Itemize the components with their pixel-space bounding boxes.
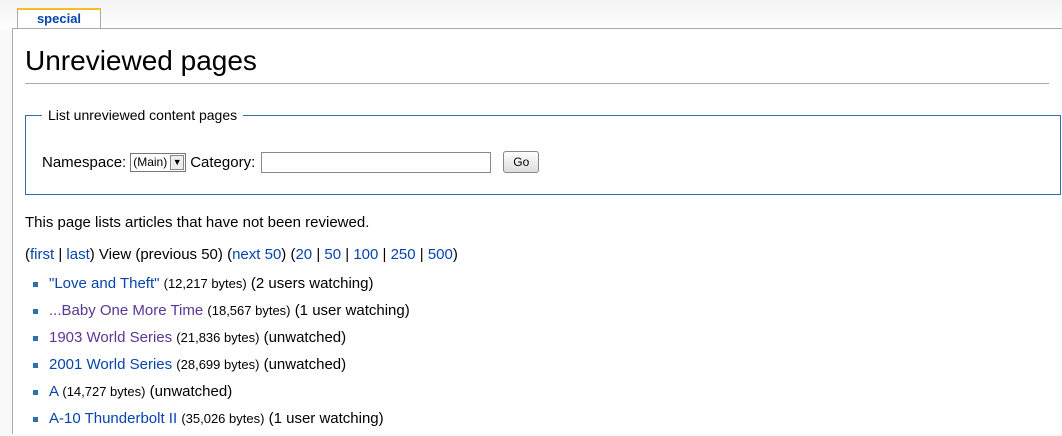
byte-size: (28,699 bytes) bbox=[176, 357, 260, 372]
namespace-select[interactable]: (Main) ▼ bbox=[130, 152, 187, 172]
list-item: 1903 World Series (21,836 bytes) (unwatc… bbox=[33, 328, 410, 355]
namespace-value: (Main) bbox=[133, 155, 168, 169]
first-link[interactable]: first bbox=[30, 246, 54, 263]
category-label: Category: bbox=[190, 153, 256, 171]
list-item: ...Baby One More Time (18,567 bytes) (1 … bbox=[33, 301, 410, 328]
watch-status: (2 users watching) bbox=[250, 275, 374, 292]
watch-status: (unwatched) bbox=[263, 329, 347, 346]
list-item: "Love and Theft" (12,217 bytes) (2 users… bbox=[33, 274, 410, 301]
view-label: View bbox=[98, 246, 132, 263]
byte-size: (21,836 bytes) bbox=[176, 330, 260, 345]
page-title: Unreviewed pages bbox=[25, 39, 1049, 84]
byte-size: (35,026 bytes) bbox=[181, 411, 265, 426]
byte-size: (12,217 bytes) bbox=[163, 276, 247, 291]
tab-special[interactable]: special bbox=[17, 8, 101, 28]
list-item: A-10 Thunderbolt II (35,026 bytes) (1 us… bbox=[33, 409, 410, 436]
next-link[interactable]: next 50 bbox=[232, 246, 281, 263]
namespace-label: Namespace: bbox=[42, 153, 127, 171]
page-link[interactable]: 1903 World Series bbox=[49, 329, 172, 346]
page-link[interactable]: "Love and Theft" bbox=[49, 275, 159, 292]
limit-link[interactable]: 100 bbox=[353, 246, 378, 263]
filter-fieldset: List unreviewed content pages Namespace:… bbox=[25, 107, 1061, 195]
previous-label: previous 50 bbox=[140, 246, 218, 263]
watch-status: (unwatched) bbox=[263, 356, 347, 373]
pagination-nav: (first | last) View (previous 50) (next … bbox=[25, 246, 458, 263]
byte-size: (18,567 bytes) bbox=[207, 303, 291, 318]
last-link[interactable]: last bbox=[66, 246, 89, 263]
watch-status: (1 user watching) bbox=[294, 302, 410, 319]
page-link[interactable]: A bbox=[49, 383, 58, 400]
page-link[interactable]: ...Baby One More Time bbox=[49, 302, 203, 319]
limit-link[interactable]: 20 bbox=[295, 246, 312, 263]
filter-legend: List unreviewed content pages bbox=[48, 107, 238, 123]
chevron-down-icon[interactable]: ▼ bbox=[170, 154, 185, 170]
page-link[interactable]: 2001 World Series bbox=[49, 356, 172, 373]
top-background bbox=[0, 0, 1062, 30]
filter-row: Namespace: (Main) ▼ Category: Go bbox=[42, 151, 540, 173]
category-input[interactable] bbox=[261, 151, 492, 173]
list-item: A (14,727 bytes) (unwatched) bbox=[33, 382, 410, 409]
content-area: Unreviewed pages List unreviewed content… bbox=[12, 28, 1062, 434]
limit-link[interactable]: 500 bbox=[428, 246, 453, 263]
watch-status: (1 user watching) bbox=[268, 410, 384, 427]
intro-text: This page lists articles that have not b… bbox=[25, 214, 370, 231]
limit-link[interactable]: 250 bbox=[391, 246, 416, 263]
page-link[interactable]: A-10 Thunderbolt II bbox=[49, 410, 177, 427]
limit-link[interactable]: 50 bbox=[324, 246, 341, 263]
unreviewed-list: "Love and Theft" (12,217 bytes) (2 users… bbox=[33, 274, 410, 436]
watch-status: (unwatched) bbox=[149, 383, 233, 400]
byte-size: (14,727 bytes) bbox=[62, 384, 146, 399]
go-button[interactable]: Go bbox=[503, 151, 540, 173]
list-item: 2001 World Series (28,699 bytes) (unwatc… bbox=[33, 355, 410, 382]
